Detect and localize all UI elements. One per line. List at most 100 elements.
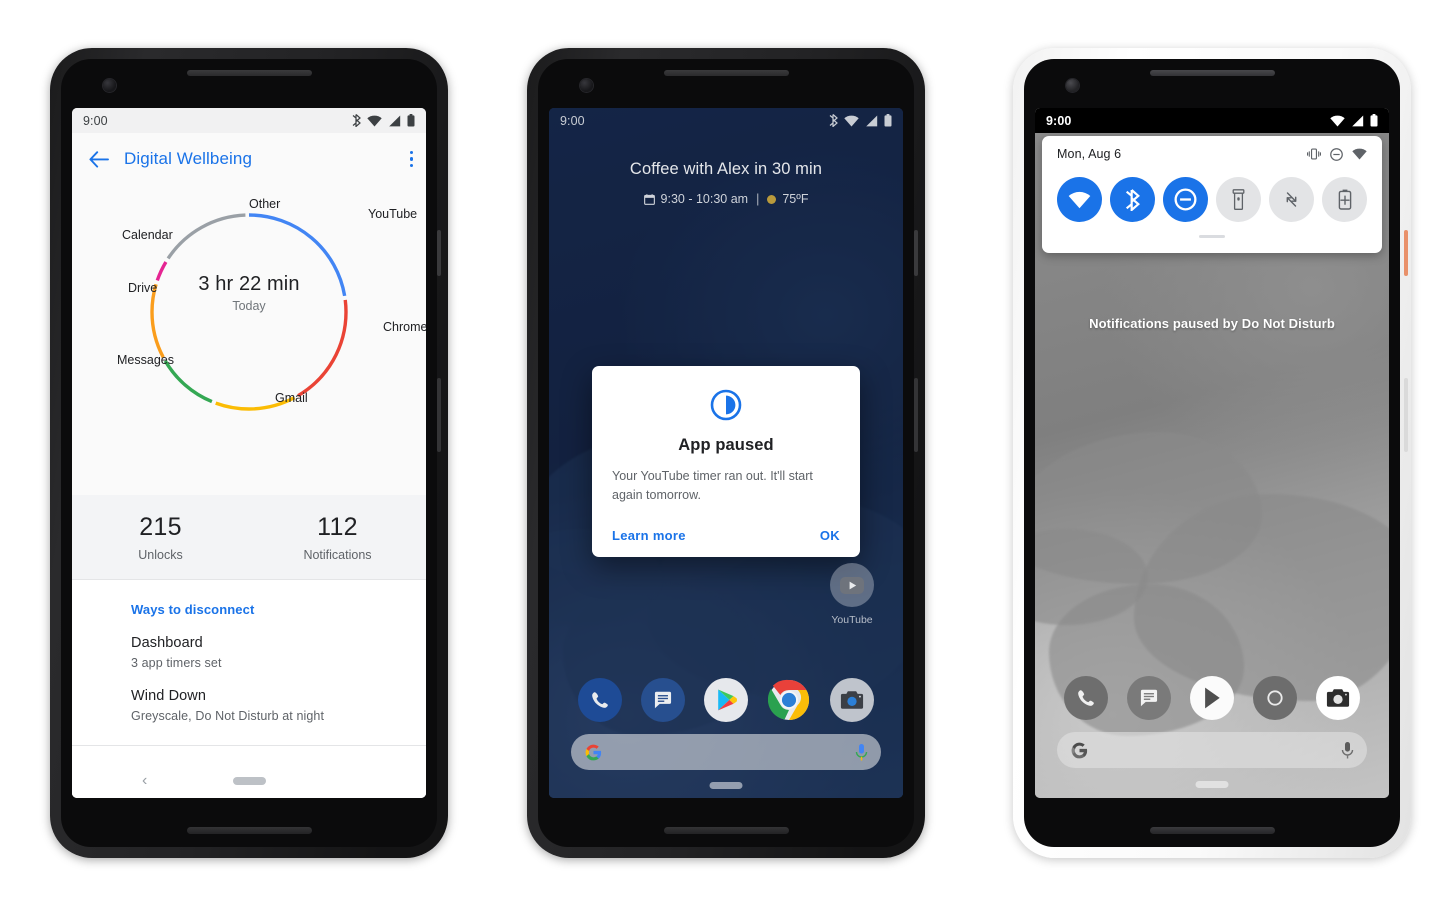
back-arrow-icon[interactable]	[84, 144, 114, 174]
earpiece-speaker	[187, 70, 312, 76]
page-title: Digital Wellbeing	[124, 149, 253, 168]
battery-saver-icon	[1338, 189, 1351, 210]
power-button[interactable]	[1404, 230, 1408, 276]
play-store-icon[interactable]	[704, 678, 748, 722]
chart-label-chrome: Chrome	[383, 320, 426, 334]
phone2-screen: 9:00 Coffee with Alex in 30 min 9:30 - 1…	[549, 108, 903, 798]
google-g-icon	[1071, 742, 1088, 758]
app-paused-dialog: App paused Your YouTube timer ran out. I…	[592, 366, 860, 557]
dock	[549, 678, 903, 722]
do-not-disturb-icon	[1330, 147, 1343, 161]
messages-icon[interactable]	[1127, 676, 1171, 720]
wifi-tile[interactable]	[1057, 177, 1102, 222]
earpiece-speaker	[664, 70, 789, 76]
list-item-title: Wind Down	[131, 688, 207, 704]
status-icons	[829, 114, 892, 127]
volume-rocker[interactable]	[437, 378, 441, 452]
screenshot-canvas: 9:00 Digital Wellbeing 3 hr 22 min Today…	[0, 0, 1450, 904]
status-time: 9:00	[83, 113, 108, 128]
home-pill[interactable]	[232, 776, 266, 785]
volume-rocker[interactable]	[1404, 378, 1408, 452]
auto-rotate-icon	[1286, 192, 1297, 207]
list-item-subtitle: Greyscale, Do Not Disturb at night	[131, 709, 325, 723]
notifications-count: 112	[317, 512, 358, 541]
shortcut-youtube[interactable]: YouTube	[823, 563, 881, 626]
battery-icon	[407, 114, 415, 127]
sun-icon	[767, 194, 777, 204]
dialog-title: App paused	[678, 436, 774, 454]
list-item-title: Dashboard	[131, 635, 203, 651]
nav-back-icon[interactable]: ‹	[142, 772, 147, 790]
more-options-icon[interactable]	[409, 150, 413, 168]
do-not-disturb-tile[interactable]	[1163, 177, 1208, 222]
status-bar: 9:00	[549, 108, 903, 133]
bluetooth-icon	[352, 114, 361, 127]
shortcut-label: YouTube	[831, 614, 873, 626]
battery-saver-tile[interactable]	[1322, 177, 1367, 222]
settings-list-viewport: Ways to disconnect Dashboard 3 app timer…	[72, 580, 426, 763]
learn-more-button[interactable]: Learn more	[612, 528, 686, 543]
dock	[1035, 676, 1389, 720]
total-usage-time: 3 hr 22 min	[198, 273, 300, 295]
qs-date: Mon, Aug 6	[1057, 147, 1122, 161]
home-pill[interactable]	[1195, 781, 1229, 788]
chrome-icon[interactable]	[767, 678, 811, 722]
detail-separator: |	[756, 192, 760, 206]
dnd-notice: Notifications paused by Do Not Disturb	[1089, 316, 1335, 331]
dialog-body: Your YouTube timer ran out. It'll start …	[612, 469, 813, 503]
navigation-bar: ‹	[72, 763, 426, 798]
camera-icon[interactable]	[830, 678, 874, 722]
google-search-bar[interactable]	[1057, 732, 1367, 768]
phone1-screen: 9:00 Digital Wellbeing 3 hr 22 min Today…	[72, 108, 426, 798]
app-timer-icon	[612, 388, 840, 422]
panel-drag-handle[interactable]	[1199, 235, 1225, 238]
home-pill[interactable]	[709, 782, 743, 789]
wifi-icon	[1330, 115, 1345, 126]
status-icons	[1330, 114, 1378, 127]
chart-label-gmail: Gmail	[275, 391, 308, 405]
auto-rotate-tile[interactable]	[1269, 177, 1314, 222]
power-button[interactable]	[437, 230, 441, 276]
do-not-disturb-icon	[1174, 188, 1197, 211]
volume-rocker[interactable]	[914, 378, 918, 452]
google-search-bar[interactable]	[571, 734, 881, 770]
status-icons	[352, 114, 415, 127]
usage-chart: 3 hr 22 min Today Other YouTube Calendar…	[72, 185, 426, 495]
camera-icon[interactable]	[1316, 676, 1360, 720]
at-a-glance-title: Coffee with Alex in 30 min	[629, 160, 823, 178]
calendar-icon	[643, 193, 655, 205]
chart-label-youtube: YouTube	[368, 207, 418, 221]
list-item-wind-down[interactable]: Wind Down Greyscale, Do Not Disturb at n…	[72, 670, 426, 723]
signal-icon	[866, 115, 878, 126]
microphone-icon[interactable]	[855, 743, 868, 762]
phone-digital-wellbeing: 9:00 Digital Wellbeing 3 hr 22 min Today…	[50, 48, 448, 858]
front-camera-icon	[580, 79, 593, 92]
quick-settings-panel: Mon, Aug 6	[1042, 136, 1382, 253]
phone-icon[interactable]	[578, 678, 622, 722]
bottom-speaker	[187, 827, 312, 834]
phone3-screen: 9:00 Mon, Aug 6 Notifications paused by …	[1035, 108, 1389, 798]
phone-icon[interactable]	[1064, 676, 1108, 720]
microphone-icon[interactable]	[1341, 741, 1354, 760]
bluetooth-icon	[829, 114, 838, 127]
bluetooth-tile[interactable]	[1110, 177, 1155, 222]
unlocks-count: 215	[139, 512, 182, 541]
list-item-dashboard[interactable]: Dashboard 3 app timers set	[72, 617, 426, 670]
quick-settings-tiles	[1057, 177, 1367, 222]
google-g-icon	[585, 744, 602, 760]
signal-icon	[1352, 115, 1364, 126]
unlocks-label: Unlocks	[138, 547, 183, 562]
ok-button[interactable]: OK	[820, 528, 840, 543]
dialog-actions: Learn more OK	[612, 528, 840, 543]
stat-notifications: 112 Notifications	[249, 495, 426, 579]
list-item-subtitle: 3 app timers set	[131, 656, 222, 670]
chrome-icon[interactable]	[1253, 676, 1297, 720]
wifi-icon	[844, 115, 859, 126]
power-button[interactable]	[914, 230, 918, 276]
at-a-glance-details: 9:30 - 10:30 am | 75ºF	[549, 192, 903, 206]
earpiece-speaker	[1150, 70, 1275, 76]
messages-icon[interactable]	[641, 678, 685, 722]
flashlight-tile[interactable]	[1216, 177, 1261, 222]
play-store-icon[interactable]	[1190, 676, 1234, 720]
wifi-icon	[1352, 148, 1367, 160]
